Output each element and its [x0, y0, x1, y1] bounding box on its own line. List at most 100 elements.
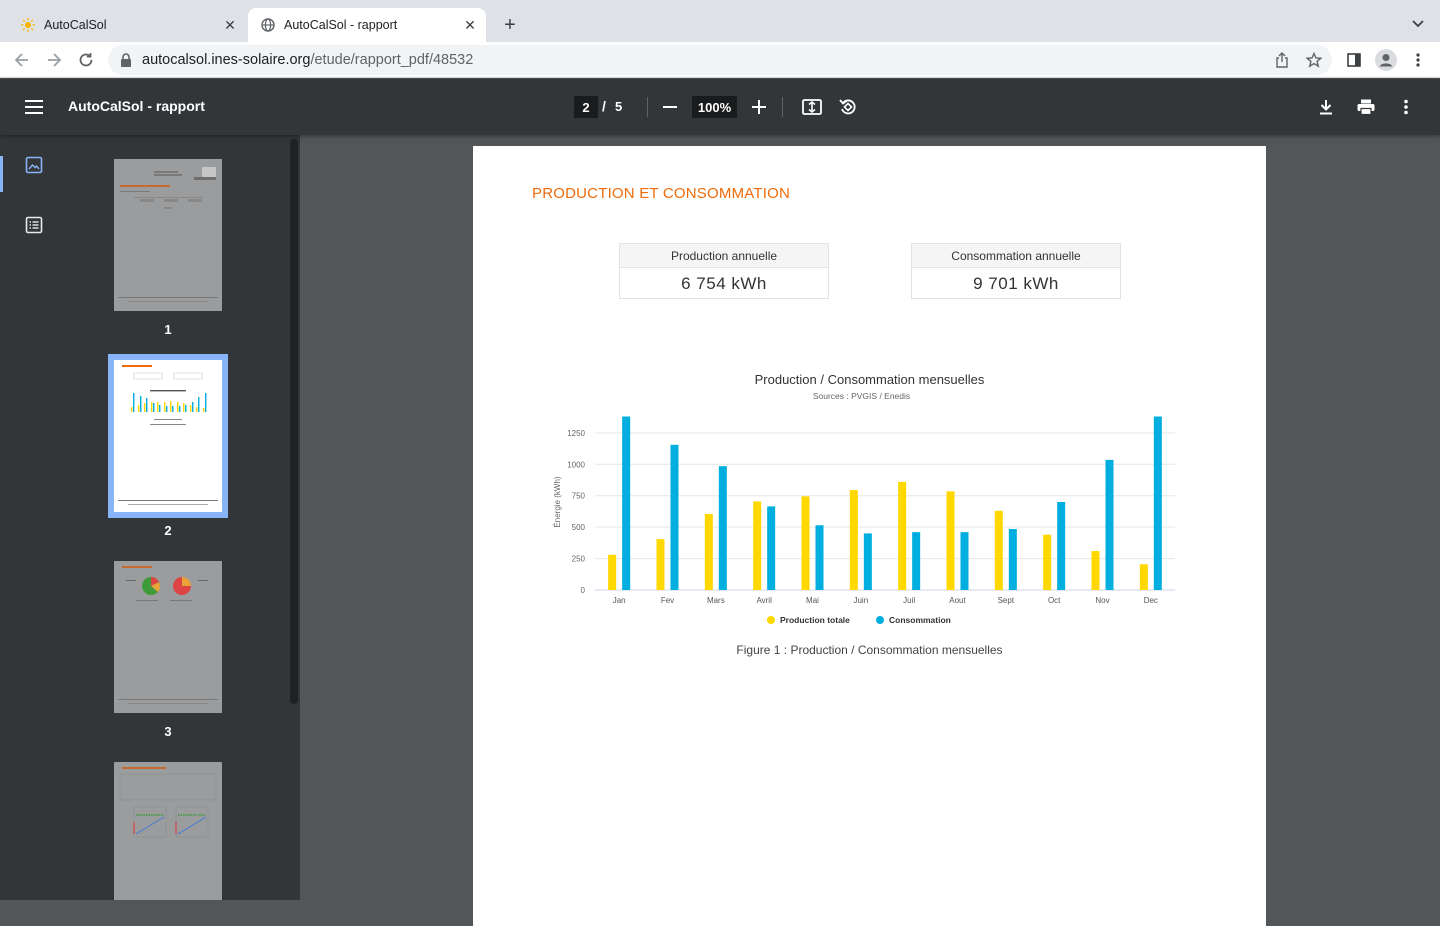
reload-icon[interactable]: [74, 48, 98, 72]
more-options-icon[interactable]: [1394, 95, 1418, 119]
close-tab-icon[interactable]: ✕: [460, 15, 480, 35]
figure-caption: Figure 1 : Production / Consommation men…: [736, 643, 1003, 657]
bar-consommation-juil: [912, 532, 921, 590]
bar-production-dec: [1139, 564, 1148, 590]
x-tick-label: Aout: [949, 596, 966, 605]
page-total: 5: [615, 99, 623, 114]
outline-view-button[interactable]: [0, 205, 68, 245]
monthly-bar-chart: 0 250 500 750 1000 1250 Énergie (kWh) Jan Fev Mar…: [553, 416, 1175, 625]
y-tick-label: 0: [581, 586, 586, 595]
x-tick-label: Fev: [661, 596, 674, 605]
x-tick-label: Sept: [998, 596, 1015, 605]
y-tick-label: 1000: [567, 460, 585, 469]
bar-consommation-dec: [1153, 416, 1162, 590]
pdf-toolbar: AutoCalSol - rapport 2 / 5 100%: [0, 79, 1440, 135]
lock-icon: [120, 53, 132, 67]
fit-to-page-icon[interactable]: [800, 95, 824, 119]
tab-title: AutoCalSol - rapport: [284, 18, 398, 32]
y-axis-label: Énergie (kWh): [553, 476, 562, 527]
profile-avatar-icon[interactable]: [1374, 48, 1398, 72]
document-outline-icon: [25, 216, 43, 234]
toolbar-divider: [782, 97, 783, 117]
bar-production-mars: [704, 513, 713, 590]
chevron-down-icon[interactable]: [1408, 14, 1428, 34]
x-tick-label: Dec: [1144, 596, 1158, 605]
bar-consommation-juin: [863, 533, 872, 590]
legend-marker: [876, 616, 884, 624]
browser-tab-strip: AutoCalSol ✕ AutoCalSol - rapport ✕ +: [0, 0, 1440, 42]
browser-toolbar: autocalsol.ines-solaire.org/etude/rappor…: [0, 42, 1440, 78]
new-tab-button[interactable]: +: [498, 13, 522, 37]
page-number-input[interactable]: 2: [574, 96, 598, 118]
url-path: /etude/rapport_pdf/48532: [310, 52, 474, 68]
side-panel-icon[interactable]: [1342, 48, 1366, 72]
page-thumbnail-3[interactable]: [114, 561, 222, 713]
zoom-in-icon[interactable]: [747, 95, 771, 119]
bar-consommation-aout: [960, 532, 969, 590]
bar-consommation-fev: [670, 444, 679, 590]
back-arrow-icon[interactable]: [10, 48, 34, 72]
browser-menu-icon[interactable]: [1406, 48, 1430, 72]
thumbnail-sidebar: 1 2 3: [0, 135, 300, 900]
thumbnails-view-button[interactable]: [0, 145, 68, 192]
toolbar-divider: [647, 97, 648, 117]
forward-arrow-icon[interactable]: [42, 48, 66, 72]
zoom-out-icon[interactable]: [658, 95, 682, 119]
y-tick-label: 500: [572, 523, 586, 532]
x-tick-label: Oct: [1048, 596, 1061, 605]
x-tick-label: Avril: [756, 596, 772, 605]
download-icon[interactable]: [1314, 95, 1338, 119]
page-thumbnail-label: 3: [164, 724, 172, 739]
bar-production-fev: [656, 539, 665, 590]
bar-production-oct: [1043, 534, 1052, 590]
page-thumbnail-1[interactable]: [114, 159, 222, 311]
x-tick-label: Mai: [806, 596, 819, 605]
bar-consommation-jan: [622, 416, 631, 590]
browser-tab-rapport[interactable]: AutoCalSol - rapport ✕: [248, 8, 486, 42]
zoom-level-input[interactable]: 100%: [692, 96, 737, 118]
globe-icon: [260, 17, 276, 33]
page-thumbnail-4[interactable]: [114, 762, 222, 900]
page-separator: /: [602, 98, 606, 114]
sun-icon: [20, 17, 36, 33]
y-tick-label: 750: [572, 492, 586, 501]
close-tab-icon[interactable]: ✕: [220, 15, 240, 35]
y-tick-label: 250: [572, 555, 586, 564]
thumbnail-list: 1 2 3: [68, 135, 290, 900]
bar-consommation-sept: [1008, 529, 1017, 590]
bar-consommation-mars: [718, 466, 727, 590]
hamburger-menu-icon[interactable]: [22, 95, 46, 119]
share-icon[interactable]: [1270, 48, 1294, 72]
address-bar[interactable]: autocalsol.ines-solaire.org/etude/rappor…: [108, 45, 1332, 75]
url-host: autocalsol.ines-solaire.org: [142, 52, 311, 68]
bar-consommation-avril: [767, 506, 776, 590]
bar-production-mai: [801, 496, 810, 590]
x-tick-label: Mars: [707, 596, 725, 605]
bookmark-star-icon[interactable]: [1302, 48, 1326, 72]
x-tick-label: Jan: [613, 596, 626, 605]
page-thumbnail-2-selected[interactable]: [108, 354, 228, 518]
x-tick-label: Nov: [1095, 596, 1109, 605]
legend-marker: [767, 616, 775, 624]
tab-title: AutoCalSol: [44, 18, 107, 32]
legend-label: Production totale: [780, 615, 850, 625]
bar-production-sept: [994, 510, 1003, 590]
bar-production-juil: [898, 481, 907, 590]
pdf-page-2: PRODUCTION ET CONSOMMATION Production an…: [473, 146, 1266, 926]
image-icon: [25, 156, 43, 174]
bar-production-aout: [946, 491, 955, 590]
browser-tab-autocalsol[interactable]: AutoCalSol ✕: [8, 8, 246, 42]
x-tick-label: Juil: [903, 596, 915, 605]
y-tick-label: 1250: [567, 429, 585, 438]
bar-consommation-nov: [1105, 459, 1114, 590]
bar-production-juin: [849, 490, 858, 590]
document-title: AutoCalSol - rapport: [68, 98, 205, 114]
x-tick-label: Juin: [853, 596, 868, 605]
rotate-icon[interactable]: [836, 95, 860, 119]
print-icon[interactable]: [1354, 95, 1378, 119]
bar-production-jan: [608, 554, 617, 590]
page-thumbnail-label: 2: [164, 523, 172, 538]
bar-production-avril: [753, 501, 762, 590]
bar-consommation-mai: [815, 525, 824, 590]
sidebar-scrollbar[interactable]: [290, 139, 298, 704]
